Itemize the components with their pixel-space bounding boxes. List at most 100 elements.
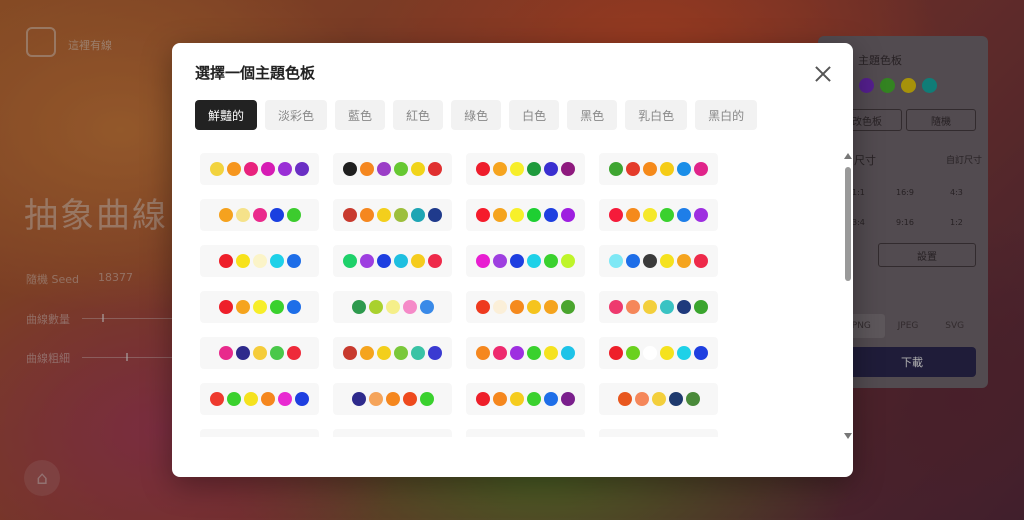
color-dot xyxy=(286,208,301,222)
color-dot xyxy=(377,346,391,360)
color-dot xyxy=(411,162,425,176)
palette-swatch[interactable] xyxy=(466,153,585,185)
color-dot xyxy=(286,300,301,314)
palette-swatch[interactable] xyxy=(200,153,319,185)
color-dot xyxy=(394,162,408,176)
color-dot xyxy=(510,208,524,222)
palette-scrollbar[interactable] xyxy=(843,153,853,439)
color-dot xyxy=(235,346,250,360)
palette-swatch[interactable] xyxy=(599,383,718,415)
tab-2[interactable]: 藍色 xyxy=(335,100,386,130)
color-dot xyxy=(360,254,374,268)
color-dot xyxy=(476,346,490,360)
palette-swatch[interactable] xyxy=(599,199,718,231)
color-dot xyxy=(544,162,558,176)
palette-swatch[interactable] xyxy=(466,245,585,277)
color-dot xyxy=(210,392,224,406)
color-dot xyxy=(694,346,708,360)
tab-3[interactable]: 紅色 xyxy=(393,100,444,130)
color-dot xyxy=(295,392,309,406)
color-dot xyxy=(643,208,657,222)
color-dot xyxy=(286,254,301,268)
tab-5[interactable]: 白色 xyxy=(509,100,560,130)
color-dot xyxy=(476,392,490,406)
palette-swatch[interactable] xyxy=(200,245,319,277)
color-dot xyxy=(561,300,575,314)
color-dot xyxy=(351,300,366,314)
palette-swatch[interactable] xyxy=(333,337,452,369)
palette-modal: 選擇一個主題色板 鮮豔的 淡彩色 藍色 紅色 綠色 白色 黑色 乳白色 黑白的 xyxy=(172,43,853,477)
palette-swatch[interactable] xyxy=(200,429,319,437)
color-dot xyxy=(561,254,575,268)
color-dot xyxy=(394,254,408,268)
tab-8[interactable]: 黑白的 xyxy=(695,100,758,130)
palette-swatch[interactable] xyxy=(333,199,452,231)
color-dot xyxy=(476,300,490,314)
palette-swatch[interactable] xyxy=(200,383,319,415)
close-icon[interactable] xyxy=(813,64,833,84)
color-dot xyxy=(286,346,301,360)
color-dot xyxy=(377,208,391,222)
color-dot xyxy=(527,254,541,268)
palette-swatch[interactable] xyxy=(200,291,319,323)
color-dot xyxy=(343,346,357,360)
palette-swatch[interactable] xyxy=(466,291,585,323)
color-dot xyxy=(235,254,250,268)
palette-swatch[interactable] xyxy=(466,429,585,437)
color-dot xyxy=(527,162,541,176)
color-dot xyxy=(660,162,674,176)
palette-swatch[interactable] xyxy=(466,199,585,231)
tab-1[interactable]: 淡彩色 xyxy=(265,100,328,130)
palette-swatch[interactable] xyxy=(599,429,718,437)
color-dot xyxy=(493,392,507,406)
palette-swatch[interactable] xyxy=(333,291,452,323)
color-dot xyxy=(360,208,374,222)
scroll-down-arrow-icon[interactable] xyxy=(844,433,852,439)
scroll-thumb[interactable] xyxy=(845,167,851,281)
color-dot xyxy=(677,300,691,314)
tab-6[interactable]: 黑色 xyxy=(567,100,618,130)
color-dot xyxy=(244,162,258,176)
palette-category-tabs: 鮮豔的 淡彩色 藍色 紅色 綠色 白色 黑色 乳白色 黑白的 xyxy=(195,100,758,130)
color-dot xyxy=(368,392,383,406)
scroll-up-arrow-icon[interactable] xyxy=(844,153,852,159)
palette-swatch[interactable] xyxy=(333,429,452,437)
color-dot xyxy=(295,162,309,176)
color-dot xyxy=(626,254,640,268)
color-dot xyxy=(218,254,233,268)
color-dot xyxy=(411,254,425,268)
tab-7[interactable]: 乳白色 xyxy=(625,100,688,130)
color-dot xyxy=(428,162,442,176)
color-dot xyxy=(368,300,383,314)
color-dot xyxy=(626,300,640,314)
color-dot xyxy=(544,346,558,360)
color-dot xyxy=(252,208,267,222)
tab-4[interactable]: 綠色 xyxy=(451,100,502,130)
color-dot xyxy=(677,254,691,268)
palette-swatch[interactable] xyxy=(599,337,718,369)
palette-swatch[interactable] xyxy=(200,337,319,369)
color-dot xyxy=(527,346,541,360)
color-dot xyxy=(252,254,267,268)
palette-swatch[interactable] xyxy=(333,383,452,415)
palette-swatch[interactable] xyxy=(466,383,585,415)
color-dot xyxy=(252,300,267,314)
palette-swatch[interactable] xyxy=(599,291,718,323)
tab-0[interactable]: 鮮豔的 xyxy=(195,100,258,130)
color-dot xyxy=(544,254,558,268)
palette-list[interactable] xyxy=(200,153,720,437)
palette-swatch[interactable] xyxy=(466,337,585,369)
modal-title: 選擇一個主題色板 xyxy=(195,64,316,82)
palette-swatch[interactable] xyxy=(200,199,319,231)
color-dot xyxy=(510,392,524,406)
color-dot xyxy=(493,162,507,176)
palette-swatch[interactable] xyxy=(599,245,718,277)
color-dot xyxy=(609,162,623,176)
palette-swatch[interactable] xyxy=(333,245,452,277)
color-dot xyxy=(235,300,250,314)
color-dot xyxy=(235,208,250,222)
color-dot xyxy=(694,162,708,176)
palette-swatch[interactable] xyxy=(333,153,452,185)
palette-swatch[interactable] xyxy=(599,153,718,185)
color-dot xyxy=(544,392,558,406)
